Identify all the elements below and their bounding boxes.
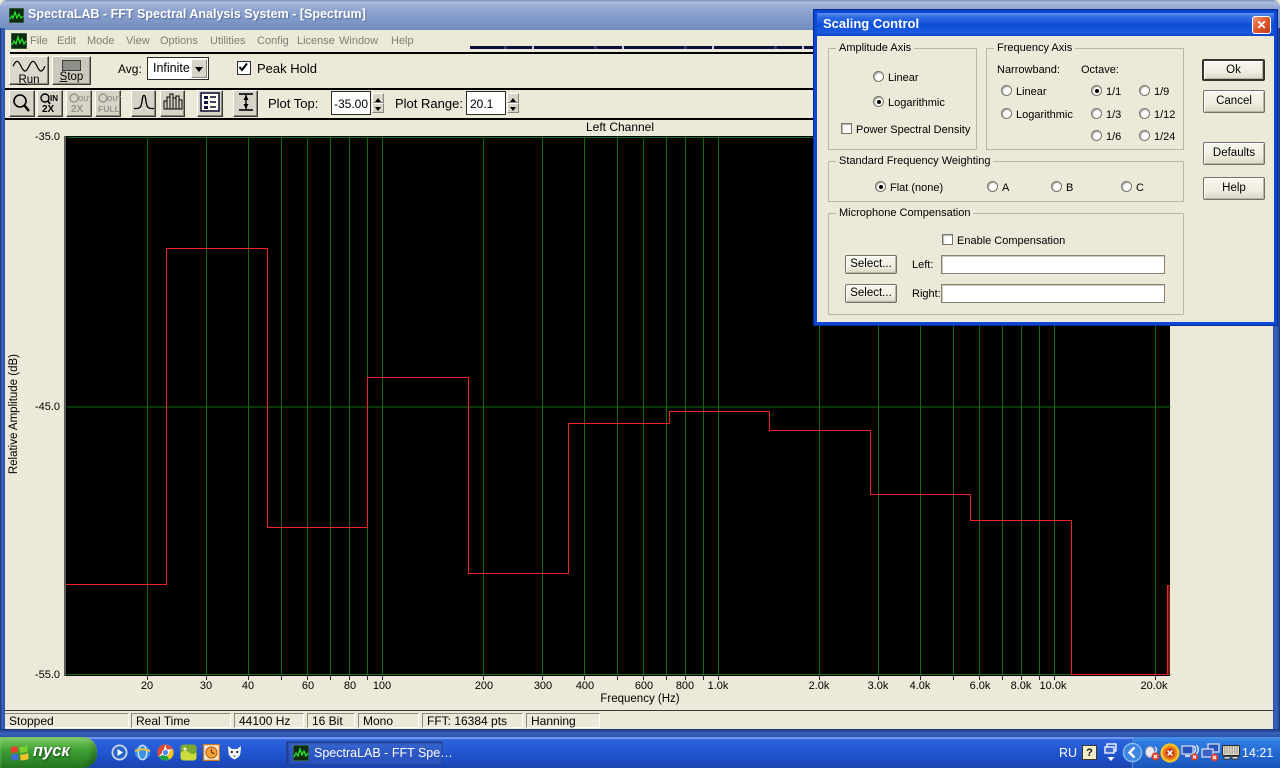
svg-text:IN: IN [50, 94, 58, 103]
svg-text:OUT: OUT [78, 96, 91, 103]
svg-text:FULL: FULL [98, 104, 120, 114]
svg-text:2X: 2X [42, 104, 55, 115]
svg-text:OUT: OUT [107, 96, 121, 103]
svg-text:2X: 2X [71, 104, 84, 115]
